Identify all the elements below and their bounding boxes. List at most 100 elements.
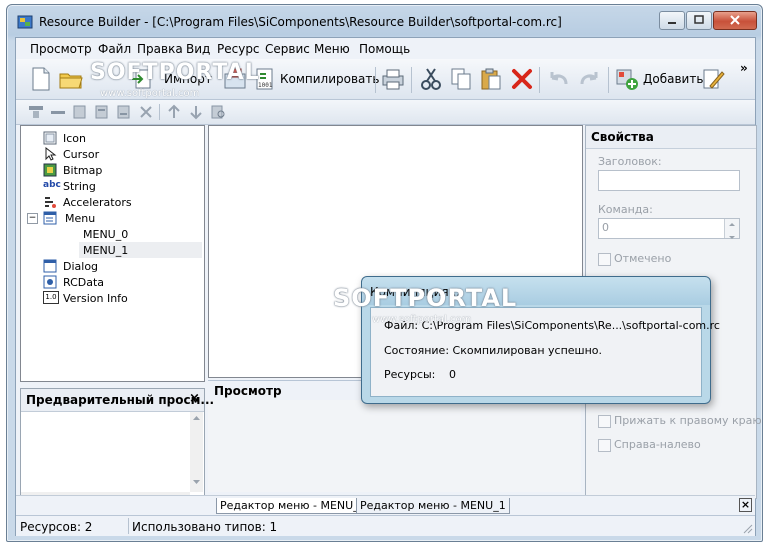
tree-item-dialog[interactable]: Dialog (43, 258, 193, 274)
status-separator (128, 518, 129, 534)
rtl-label: Справа-налево (614, 438, 701, 451)
app-icon (17, 15, 33, 29)
tree-item-icon[interactable]: Icon (43, 130, 193, 146)
move-up-icon[interactable] (166, 104, 182, 120)
add-resource-icon[interactable] (614, 66, 640, 92)
menu-service[interactable]: Сервис (265, 42, 310, 56)
new-file-icon[interactable] (28, 66, 54, 92)
watermark-text-center: SOFTPORTAL (333, 284, 518, 312)
minimize-button[interactable] (659, 11, 685, 30)
tree-item-cursor[interactable]: Cursor (43, 146, 193, 162)
watermark-url: www.softportal.com (100, 88, 200, 99)
paste-icon[interactable] (478, 66, 504, 92)
tree-item-menu-1-selected[interactable]: MENU_1 (79, 242, 202, 258)
version-info-resource-icon: 1.0 (43, 291, 59, 304)
title-bar[interactable]: Resource Builder - [C:\Program Files\SiC… (7, 5, 762, 37)
toolbar-overflow-button[interactable]: » (740, 61, 748, 75)
checked-checkbox[interactable] (598, 253, 611, 266)
insert-submenu-icon[interactable] (94, 104, 110, 120)
tab-menu-editor-1[interactable]: Редактор меню - MENU_1 (356, 498, 510, 514)
scroll-down-icon[interactable] (190, 476, 203, 488)
spin-up-icon[interactable] (725, 220, 739, 229)
menu-file[interactable]: Файл (98, 42, 131, 56)
tree-item-bitmap[interactable]: Bitmap (43, 162, 193, 178)
command-label: Команда: (598, 203, 653, 216)
rtl-checkbox[interactable] (598, 439, 611, 452)
close-icon (730, 15, 740, 25)
resource-tree[interactable]: Icon Cursor Bitmap abc String Accelerato… (20, 125, 205, 382)
properties-title: Свойства (591, 130, 654, 144)
app-window: Resource Builder - [C:\Program Files\SiC… (6, 4, 763, 542)
move-down-icon[interactable] (188, 104, 204, 120)
close-tab-button[interactable]: × (739, 498, 752, 512)
menu-resource[interactable]: Ресурс (217, 42, 260, 56)
menu-menu[interactable]: Меню (314, 42, 350, 56)
tree-item-accelerators[interactable]: Accelerators (43, 194, 193, 210)
toolbar-separator (608, 67, 609, 93)
menu-view[interactable]: Просмотр (30, 42, 92, 56)
tree-item-menu[interactable]: − Menu (27, 210, 193, 226)
right-align-label: Прижать к правому краю (614, 414, 762, 427)
compile-label[interactable]: Компилировать (280, 72, 379, 86)
edit-icon[interactable] (700, 66, 726, 92)
string-resource-icon: abc (43, 180, 61, 190)
add-label[interactable]: Добавить (643, 72, 703, 86)
menu-bar: Просмотр Файл Правка Вид Ресурс Сервис М… (16, 38, 755, 58)
maximize-icon (694, 15, 704, 24)
tree-item-menu-0[interactable]: MENU_0 (81, 226, 193, 242)
accelerators-resource-icon (45, 197, 56, 208)
icon-resource-icon (43, 131, 57, 145)
maximize-button[interactable] (686, 11, 712, 30)
spinner-buttons[interactable] (724, 219, 739, 239)
open-folder-icon[interactable] (58, 66, 84, 92)
left-preview-vscrollbar[interactable] (190, 412, 203, 492)
cut-icon[interactable] (418, 66, 444, 92)
separator-item-icon[interactable] (50, 104, 66, 120)
collapse-toggle[interactable]: − (27, 213, 38, 224)
left-preview-close-button[interactable]: × (189, 391, 200, 406)
print-icon[interactable] (380, 66, 406, 92)
caption-label: Заголовок: (598, 155, 662, 168)
right-align-checkbox[interactable] (598, 415, 611, 428)
spin-down-icon[interactable] (725, 233, 739, 242)
close-button[interactable] (713, 11, 757, 30)
preview-menu-icon[interactable] (210, 104, 226, 120)
tree-item-string[interactable]: abc String (43, 178, 193, 194)
undo-icon[interactable] (546, 66, 572, 92)
status-types-used: Использовано типов: 1 (132, 520, 278, 534)
window-title: Resource Builder - [C:\Program Files\SiC… (39, 15, 562, 29)
toolbar-separator (539, 67, 540, 93)
command-spinner[interactable]: 0 (598, 218, 740, 239)
caption-input[interactable] (598, 170, 740, 191)
watermark-url-center: www.softportal.com (372, 314, 472, 325)
menu-help[interactable]: Помощь (359, 42, 410, 56)
redo-icon[interactable] (576, 66, 602, 92)
rcdata-resource-icon (43, 275, 57, 289)
toolbar-separator (411, 67, 412, 93)
left-preview-header: Предварительный просм... × (21, 389, 214, 412)
scroll-up-icon[interactable] (190, 412, 203, 424)
delete-item-icon[interactable] (138, 104, 154, 120)
insert-item-icon[interactable] (72, 104, 88, 120)
compile-resources-value: 0 (449, 368, 456, 381)
tab-menu-editor-0[interactable]: Редактор меню - MENU_0 (216, 498, 370, 514)
toolbar-separator (375, 67, 376, 93)
append-item-icon[interactable] (116, 104, 132, 120)
tree-item-version-info[interactable]: 1.0 Version Info (43, 290, 193, 306)
secondary-toolbar (16, 100, 755, 125)
copy-icon[interactable] (448, 66, 474, 92)
bitmap-resource-icon (43, 163, 57, 177)
menu-properties-icon[interactable] (28, 104, 44, 120)
delete-icon[interactable] (509, 66, 535, 92)
dialog-resource-icon (43, 259, 57, 273)
toolbar-separator (159, 104, 160, 120)
resize-grip-icon[interactable] (741, 522, 753, 534)
menu-edit[interactable]: Правка (137, 42, 183, 56)
minimize-icon (668, 22, 676, 24)
tree-item-rcdata[interactable]: RCData (43, 274, 193, 290)
compile-resources-label: Ресурсы: (384, 368, 436, 381)
compile-state-line: Состояние: Скомпилирован успешно. (384, 344, 603, 357)
menu-view2[interactable]: Вид (186, 42, 210, 56)
left-preview-title: Предварительный просм... (26, 393, 215, 407)
cursor-resource-icon (45, 147, 57, 161)
